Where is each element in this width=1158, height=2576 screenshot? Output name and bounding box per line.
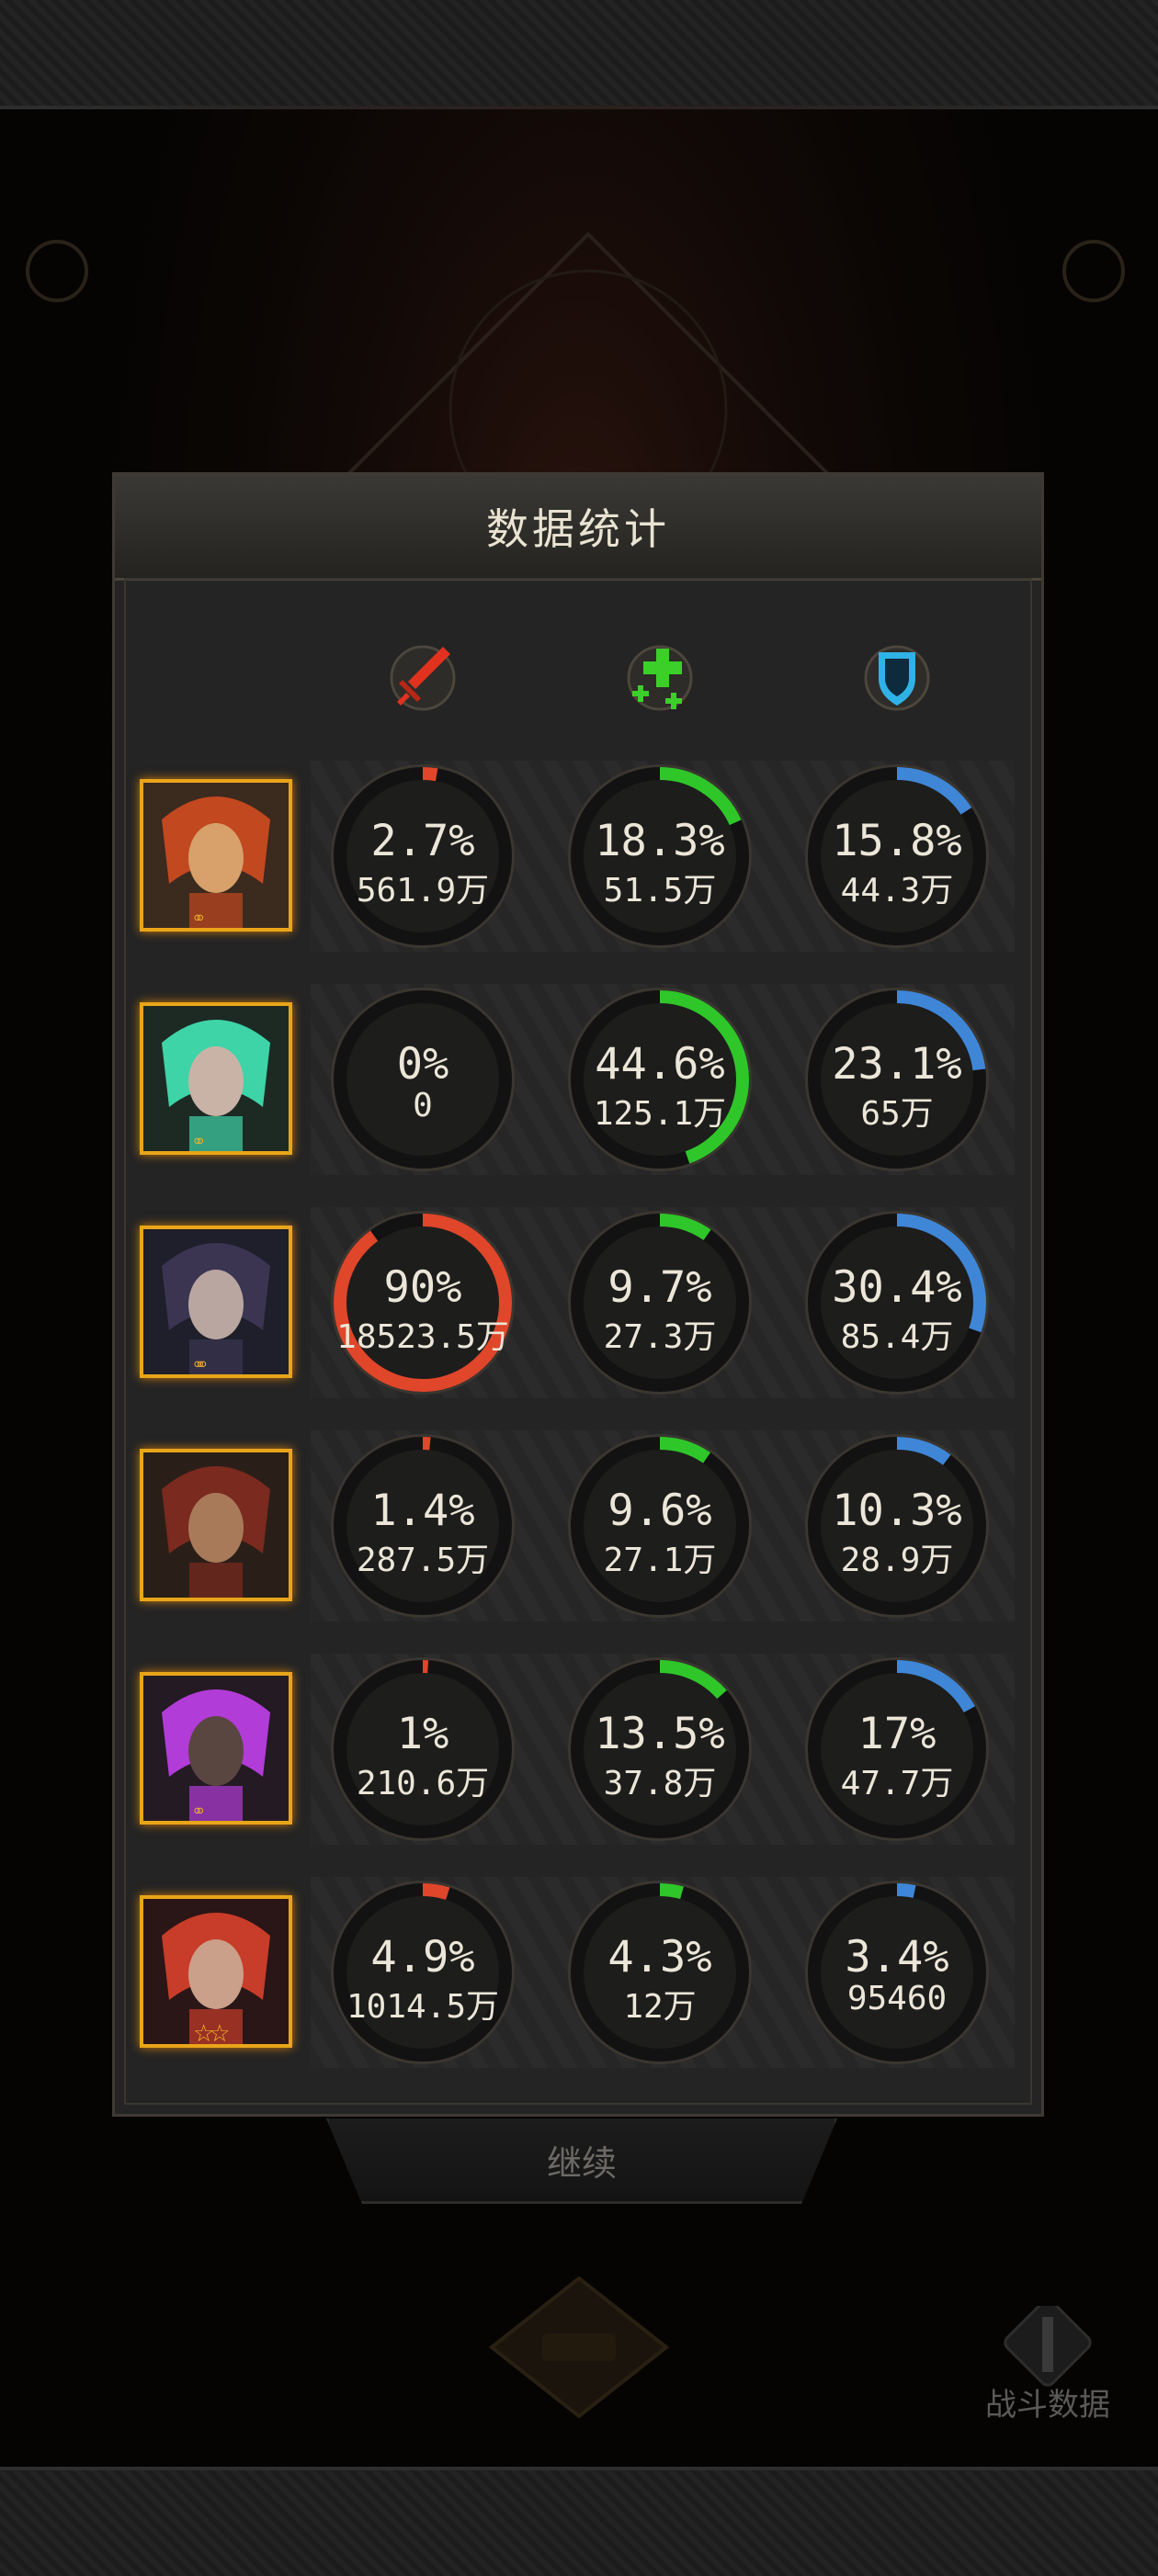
top-bar xyxy=(0,0,1158,109)
damage-percent: 90% xyxy=(327,1262,518,1313)
damage-percent: 2.7% xyxy=(327,816,518,866)
damage-gauge: 1%210.6万 xyxy=(327,1654,518,1845)
hero-antler-druid-avatar[interactable]: ◦◦ xyxy=(140,1002,292,1155)
shield-percent: 17% xyxy=(801,1709,993,1759)
heal-gauge: 44.6%125.1万 xyxy=(564,984,755,1175)
table-row: ☆☆ 4.9%1014.5万 4.3%12万 3.4%95460 xyxy=(136,1877,1018,2068)
star-rank-icon: ◦◦ xyxy=(193,903,199,932)
shield-percent: 15.8% xyxy=(801,816,993,866)
shield-progress-arc xyxy=(897,1890,914,1892)
heal-percent: 18.3% xyxy=(564,816,755,866)
damage-percent: 0% xyxy=(327,1039,518,1090)
star-rank-icon: ◦◦◦ xyxy=(193,1350,202,1378)
star-rank-icon: ◦◦ xyxy=(193,1796,199,1825)
panel-title: 数据统计 xyxy=(486,496,670,557)
sword-icon xyxy=(379,634,467,722)
shield-percent: 3.4% xyxy=(801,1932,993,1983)
shield-value: 85.4万 xyxy=(801,1310,993,1358)
heal-cross-icon xyxy=(616,634,704,722)
shield-value: 44.3万 xyxy=(801,864,993,911)
damage-value: 1014.5万 xyxy=(327,1980,518,2028)
shield-percent: 30.4% xyxy=(801,1262,993,1313)
shield-gauge: 3.4%95460 xyxy=(801,1877,993,2068)
heal-gauge: 18.3%51.5万 xyxy=(564,761,755,952)
heal-gauge: 4.3%12万 xyxy=(564,1877,755,2068)
heal-gauge: 13.5%37.8万 xyxy=(564,1654,755,1845)
hero-dark-sorceress-avatar[interactable]: ◦◦◦ xyxy=(140,1226,292,1378)
damage-gauge: 4.9%1014.5万 xyxy=(327,1877,518,2068)
damage-gauge: 0%0 xyxy=(327,984,518,1175)
shield-percent: 23.1% xyxy=(801,1039,993,1090)
damage-value: 0 xyxy=(327,1087,518,1124)
damage-value: 18523.5万 xyxy=(327,1310,518,1358)
damage-gauge: 1.4%287.5万 xyxy=(327,1430,518,1621)
hero-red-hair-elf-avatar[interactable]: ◦◦ xyxy=(140,779,292,932)
damage-progress-arc xyxy=(423,1890,448,1893)
table-row: ◦◦◦ 90%18523.5万 9.7%27.3万 30.4%85.4万 xyxy=(136,1207,1018,1398)
heal-percent: 13.5% xyxy=(564,1709,755,1759)
table-row: ◦◦ 2.7%561.9万 18.3%51.5万 15.8%44.3万 xyxy=(136,761,1018,952)
heal-value: 51.5万 xyxy=(564,864,755,911)
heal-gauge: 9.7%27.3万 xyxy=(564,1207,755,1398)
shield-gauge: 15.8%44.3万 xyxy=(801,761,993,952)
heal-percent: 4.3% xyxy=(564,1932,755,1983)
heal-progress-arc xyxy=(660,1890,682,1892)
heal-value: 125.1万 xyxy=(564,1087,755,1135)
heal-value: 27.1万 xyxy=(564,1533,755,1581)
heal-value: 27.3万 xyxy=(564,1310,755,1358)
shield-icon xyxy=(853,634,941,722)
shield-gauge: 30.4%85.4万 xyxy=(801,1207,993,1398)
damage-value: 210.6万 xyxy=(327,1757,518,1804)
damage-percent: 1% xyxy=(327,1709,518,1759)
damage-value: 287.5万 xyxy=(327,1533,518,1581)
hero-purple-eyed-warrior-avatar[interactable]: ◦◦ xyxy=(140,1672,292,1825)
damage-percent: 1.4% xyxy=(327,1486,518,1536)
heal-value: 12万 xyxy=(564,1980,755,2028)
battle-data-label: 战斗数据 xyxy=(956,2379,1140,2424)
shield-value: 28.9万 xyxy=(801,1533,993,1581)
hero-red-hair-rogue-avatar[interactable]: ☆☆ xyxy=(140,1895,292,2048)
damage-value: 561.9万 xyxy=(327,864,518,911)
table-row: 1.4%287.5万 9.6%27.1万 10.3%28.9万 xyxy=(136,1430,1018,1621)
center-badge-icon xyxy=(478,2269,680,2425)
shield-percent: 10.3% xyxy=(801,1486,993,1536)
panel-header: 数据统计 xyxy=(115,475,1041,581)
hero-bandana-pirate-avatar[interactable] xyxy=(140,1449,292,1601)
shield-gauge: 23.1%65万 xyxy=(801,984,993,1175)
damage-gauge: 2.7%561.9万 xyxy=(327,761,518,952)
heal-value: 37.8万 xyxy=(564,1757,755,1804)
shield-gauge: 17%47.7万 xyxy=(801,1654,993,1845)
damage-gauge: 90%18523.5万 xyxy=(327,1207,518,1398)
table-row: ◦◦ 0%0 44.6%125.1万 23.1%65万 xyxy=(136,984,1018,1175)
damage-percent: 4.9% xyxy=(327,1932,518,1983)
shield-value: 95460 xyxy=(801,1980,993,2017)
bottom-bar xyxy=(0,2467,1158,2576)
heal-percent: 9.6% xyxy=(564,1486,755,1536)
star-rank-icon: ☆☆ xyxy=(193,2019,225,2048)
crossed-swords-icon xyxy=(983,2306,1112,2389)
heal-percent: 9.7% xyxy=(564,1262,755,1313)
heal-gauge: 9.6%27.1万 xyxy=(564,1430,755,1621)
continue-button[interactable]: 继续 xyxy=(326,2118,837,2204)
star-rank-icon: ◦◦ xyxy=(193,1126,199,1155)
battle-data-button[interactable]: 战斗数据 xyxy=(956,2306,1140,2416)
shield-gauge: 10.3%28.9万 xyxy=(801,1430,993,1621)
heal-percent: 44.6% xyxy=(564,1039,755,1090)
continue-label: 继续 xyxy=(547,2135,617,2186)
shield-value: 65万 xyxy=(801,1087,993,1135)
table-row: ◦◦ 1%210.6万 13.5%37.8万 17%47.7万 xyxy=(136,1654,1018,1845)
shield-value: 47.7万 xyxy=(801,1757,993,1804)
